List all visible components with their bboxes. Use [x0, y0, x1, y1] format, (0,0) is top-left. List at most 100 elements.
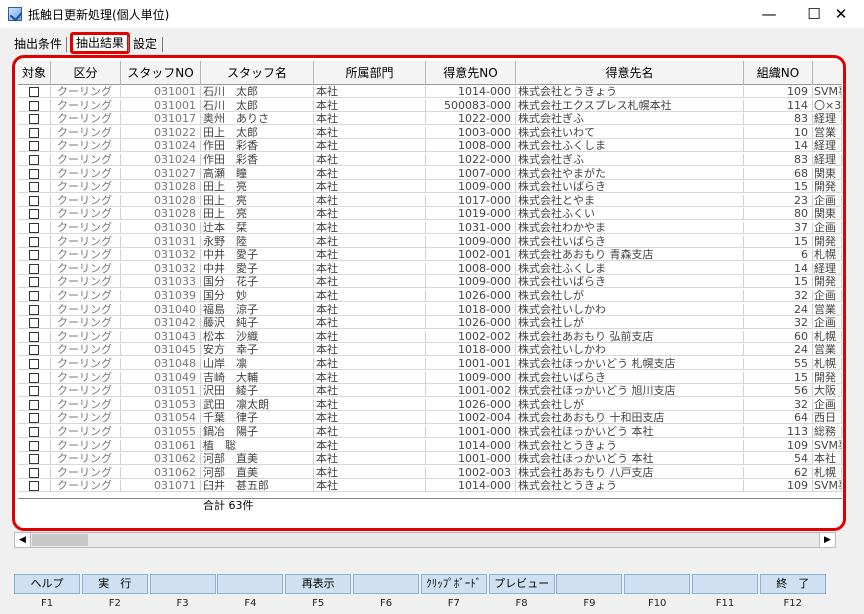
table-row[interactable]: クーリング 031054 千葉 律子 本社 1002-004 株式会社あおもり 十和田支店… [18, 412, 842, 425]
row-checkbox[interactable] [29, 263, 39, 274]
cell-customer-name: 株式会社ぎふ [516, 113, 744, 126]
row-checkbox[interactable] [29, 318, 39, 329]
table-row[interactable]: クーリング 031051 沢田 綾子 本社 1001-002 株式会社ほっかいどう 旭川支… [18, 385, 842, 398]
fkey-button-f10[interactable] [624, 574, 691, 594]
row-checkbox[interactable] [29, 413, 39, 424]
fkey-button-f11[interactable] [692, 574, 758, 594]
table-row[interactable]: クーリング 031042 藤沢 純子 本社 1026-000 株式会社しが 32 企画 [18, 317, 842, 330]
table-row[interactable]: クーリング 031028 田上 亮本社 1009-000 株式会社いばらき 15 開発 [18, 181, 842, 194]
table-row[interactable]: クーリング 031030 辻本 栞本社 1031-000 株式会社わかやま 37 企画 [18, 222, 842, 234]
col-org-no[interactable]: 組織NO [744, 61, 813, 85]
fkey-button-f9[interactable] [556, 574, 623, 594]
table-row[interactable]: クーリング 031062 河部 直美 本社 1002-003 株式会社あおもり 八戸支店 6… [18, 466, 842, 479]
cell-target [18, 439, 51, 452]
row-checkbox[interactable] [29, 359, 39, 369]
table-row[interactable]: クーリング 031049 吉崎 大輔 本社 1009-000 株式会社いばらき 15 開発 [18, 371, 842, 384]
row-checkbox[interactable] [29, 481, 39, 492]
table-row[interactable]: クーリング031061植 聡本社1014-000株式会社とうきょう109SVM事 [18, 439, 842, 452]
table-row[interactable]: クーリング 031001 石川 太郎 本社 500083-000 株式会社エクスプレス札幌… [18, 99, 842, 112]
row-checkbox[interactable] [29, 386, 39, 397]
table-row[interactable]: クーリング 031028 田上 亮本社 1017-000 株式会社とやま 23 企画 [18, 194, 842, 207]
row-checkbox[interactable] [29, 304, 39, 315]
close-button[interactable]: ✕ [818, 0, 864, 28]
table-row[interactable]: クーリング 031017 奥州 ありさ 本社 1022-000 株式会社ぎふ 83 経理 [18, 113, 842, 126]
horizontal-scrollbar[interactable]: ◀ ▶ [14, 532, 836, 548]
table-row[interactable]: クーリング 031055 鍋冶 陽子 本社 1001-000 株式会社ほっかいどう 本社 1… [18, 426, 842, 438]
fkey-button-f3[interactable] [149, 574, 216, 594]
table-row[interactable]: クーリング 031033 国分 花子 本社 1009-000 株式会社いばらき 15 開発 [18, 276, 842, 289]
cell-customer-no: 1014-000 [426, 480, 516, 493]
row-checkbox[interactable] [29, 155, 39, 165]
row-checkbox[interactable] [29, 236, 39, 247]
cell-org-no: 10 [744, 126, 813, 139]
fkey-button-f2[interactable]: 実 行 [81, 574, 148, 594]
table-row[interactable]: クーリング 031053 武田 凛太朗 本社 1026-000 株式会社しが 32 企画 [18, 398, 842, 411]
row-checkbox[interactable] [29, 399, 39, 410]
fkey-button-f12[interactable]: 終 了 [759, 574, 826, 594]
table-row[interactable]: クーリング 031071 臼井 甚五郎 本社 1014-000 株式会社とうきょう 109 S… [18, 480, 842, 493]
row-checkbox[interactable] [29, 250, 39, 261]
table-row[interactable]: クーリング 031048 山岸 凛本社 1001-001 株式会社ほっかいどう 札幌支店… [18, 358, 842, 370]
row-checkbox[interactable] [29, 127, 39, 138]
row-checkbox[interactable] [29, 100, 39, 111]
tab-extract-conditions[interactable]: 抽出条件 [14, 35, 62, 53]
row-checkbox[interactable] [29, 223, 39, 233]
tab-extract-results[interactable]: 抽出結果 [70, 32, 131, 54]
row-checkbox[interactable] [29, 454, 39, 465]
row-checkbox[interactable] [29, 345, 39, 356]
row-checkbox[interactable] [29, 372, 39, 383]
col-customer-name[interactable]: 得意先名 [516, 61, 744, 85]
col-staff-name[interactable]: スタッフ名 [201, 61, 314, 85]
row-checkbox[interactable] [29, 182, 39, 193]
table-row[interactable]: クーリング 031024 作田 彩香 本社 1022-000 株式会社ぎふ 83 経理 [18, 154, 842, 166]
table-row[interactable]: クーリング 031024 作田 彩香 本社 1008-000 株式会社ふくしま 14 経理 [18, 140, 842, 153]
fkey-button-f4[interactable] [217, 574, 284, 594]
row-checkbox[interactable] [29, 87, 39, 97]
table-row[interactable]: クーリング 031032 中井 愛子 本社 1008-000 株式会社ふくしま 14 経理 [18, 262, 842, 275]
col-kubun[interactable]: 区分 [51, 61, 121, 85]
table-row[interactable]: クーリング 031045 安方 幸子 本社 1018-000 株式会社いしかわ 24 営業 [18, 344, 842, 357]
scroll-left-icon[interactable]: ◀ [15, 533, 31, 547]
row-checkbox[interactable] [29, 440, 39, 451]
table-row[interactable]: クーリング 031022 田上 太郎 本社 1003-000 株式会社いわて 10 営業 [18, 126, 842, 139]
minimize-button[interactable]: — [746, 0, 792, 28]
col-staff-no[interactable]: スタッフNO [121, 61, 201, 85]
row-checkbox[interactable] [29, 141, 39, 152]
row-checkbox[interactable] [29, 331, 39, 342]
fkey-button-f1[interactable]: ヘルプ [14, 574, 80, 594]
fkey-button-f7[interactable]: ｸﾘｯﾌﾟﾎﾞｰﾄﾞ [420, 574, 487, 594]
table-row[interactable]: クーリング 031062 河部 直美 本社 1001-000 株式会社ほっかいどう 本社 5… [18, 453, 842, 466]
row-checkbox[interactable] [29, 427, 39, 437]
tab-settings[interactable]: 設定 [133, 35, 157, 53]
row-checkbox[interactable] [29, 195, 39, 206]
fkey-button-f5[interactable]: 再表示 [285, 574, 352, 594]
row-checkbox[interactable] [29, 291, 39, 301]
row-checkbox[interactable] [29, 114, 39, 125]
col-department[interactable]: 所属部門 [314, 61, 426, 85]
row-checkbox[interactable] [29, 168, 39, 179]
row-checkbox[interactable] [29, 277, 39, 288]
scroll-thumb[interactable] [32, 534, 88, 546]
cell-department: 本社 [314, 371, 426, 384]
table-row[interactable]: クーリング 031040 福島 涼子 本社 1018-000 株式会社いしかわ 24 営業 [18, 303, 842, 316]
table-row[interactable]: クーリング 031032 中井 愛子 本社 1002-001 株式会社あおもり 青森支店 6… [18, 249, 842, 262]
row-checkbox[interactable] [29, 209, 39, 220]
cell-org-no: 80 [744, 208, 813, 221]
row-checkbox[interactable] [29, 467, 39, 478]
cell-org-no: 15 [744, 371, 813, 384]
table-row[interactable]: クーリング 031031 永野 陸本社 1009-000 株式会社いばらき 15 開発 [18, 235, 842, 248]
scroll-right-icon[interactable]: ▶ [819, 533, 835, 547]
table-row[interactable]: クーリング 031027 高瀬 瞳本社 1007-000 株式会社やまがた 68 関東 [18, 167, 842, 180]
cell-department: 本社 [314, 439, 426, 452]
fkey-button-f6[interactable] [353, 574, 419, 594]
table-row[interactable]: クーリング 031039 国分 妙本社 1026-000 株式会社しが 32 企画 [18, 290, 842, 302]
table-row[interactable]: クーリング 031001 石川 太郎 本社 1014-000 株式会社とうきょう 109 SV… [18, 86, 842, 98]
col-customer-no[interactable]: 得意先NO [426, 61, 516, 85]
col-org-name[interactable] [813, 61, 842, 85]
col-target[interactable]: 対象 [18, 61, 51, 85]
cell-org-no: 24 [744, 303, 813, 316]
table-row[interactable]: クーリング 031043 松本 沙織 本社 1002-002 株式会社あおもり 弘前支店 6… [18, 330, 842, 343]
cell-target [18, 126, 51, 139]
table-row[interactable]: クーリング 031028 田上 亮本社 1019-000 株式会社ふくい 80 関東 [18, 208, 842, 221]
fkey-button-f8[interactable]: プレビュー [488, 574, 555, 594]
